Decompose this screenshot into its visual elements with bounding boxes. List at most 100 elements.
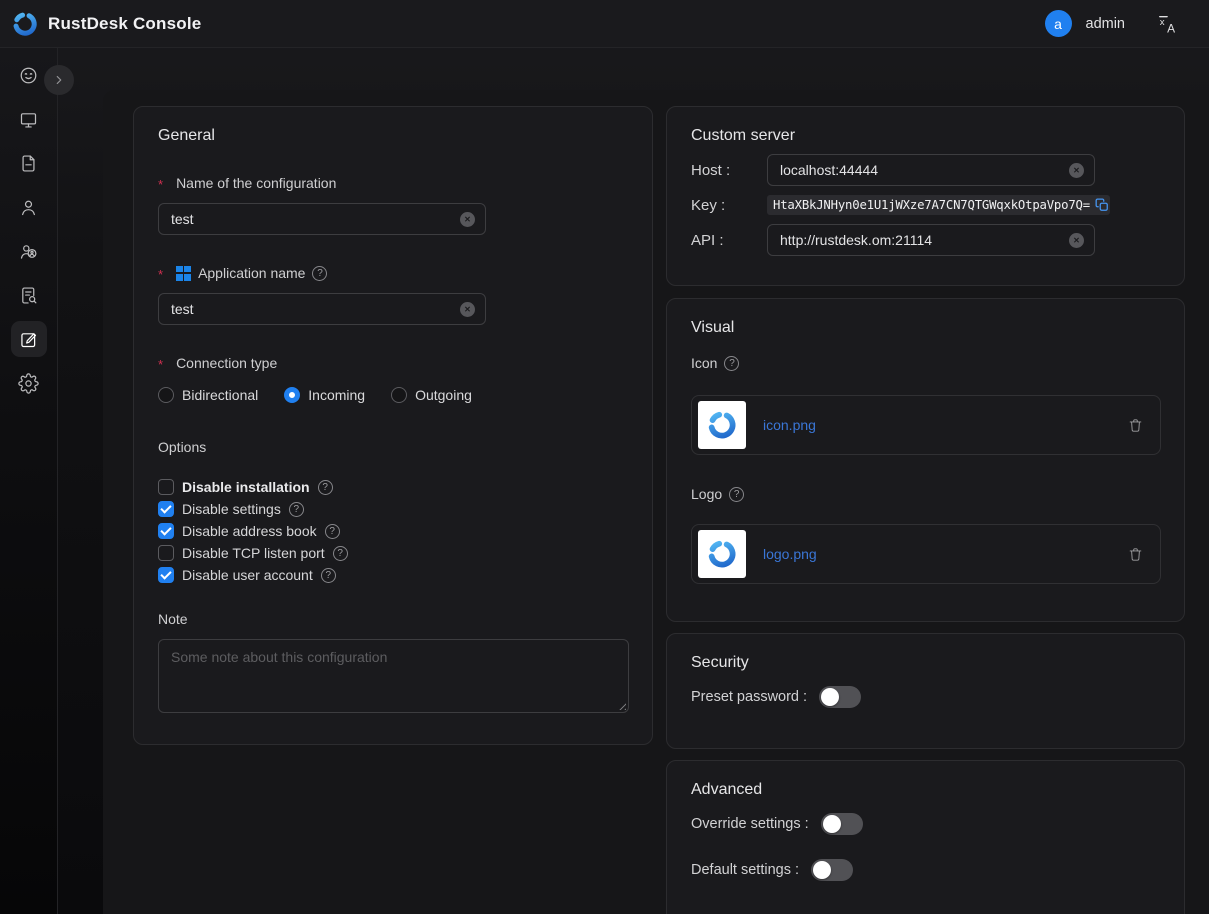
- sidebar-item-custom-clients[interactable]: [7, 317, 51, 361]
- language-icon[interactable]: x A: [1157, 13, 1179, 35]
- edit-icon: [18, 329, 39, 350]
- sidebar-item-user[interactable]: [7, 185, 51, 229]
- checkbox-disable-settings[interactable]: Disable settings: [158, 501, 628, 517]
- main-panel: General Name of the configuration Applic…: [103, 90, 1209, 914]
- checkbox-box: [158, 501, 174, 517]
- smiley-icon: [18, 65, 39, 86]
- default-settings-label: Default settings :: [691, 862, 799, 878]
- api-row: API :: [691, 224, 1160, 256]
- checkbox-disable-address-book[interactable]: Disable address book: [158, 523, 628, 539]
- clear-config-name-icon[interactable]: [460, 212, 475, 227]
- disable-user-account-help-icon[interactable]: [321, 568, 336, 583]
- sidebar-collapse-button[interactable]: [44, 65, 74, 95]
- brand: RustDesk Console: [12, 11, 201, 37]
- custom-server-card: Custom server Host : Key : HtaXBkJNHyn0e…: [666, 106, 1185, 286]
- disable-installation-help-icon[interactable]: [318, 480, 333, 495]
- chevron-right-icon: [52, 73, 66, 87]
- svg-text:x: x: [1160, 16, 1165, 27]
- sidebar-item-devices[interactable]: [7, 97, 51, 141]
- sidebar-item-groups[interactable]: [7, 229, 51, 273]
- key-value-block: HtaXBkJNHyn0e1U1jWXze7A7CN7QTGWqxkOtpaVp…: [767, 195, 1110, 215]
- sidebar-item-settings[interactable]: [7, 361, 51, 405]
- api-input[interactable]: [768, 225, 1094, 255]
- clear-application-name-icon[interactable]: [460, 302, 475, 317]
- user-avatar[interactable]: a: [1045, 10, 1072, 37]
- application-name-label: Application name: [158, 265, 628, 281]
- connection-type-label: Connection type: [158, 355, 628, 371]
- note-textarea-wrap: [158, 639, 629, 713]
- clear-api-icon[interactable]: [1069, 233, 1084, 248]
- config-name-input[interactable]: [159, 204, 485, 234]
- note-label: Note: [158, 611, 628, 627]
- radio-incoming[interactable]: Incoming: [284, 387, 365, 403]
- monitor-icon: [18, 109, 39, 130]
- visual-card: Visual Icon icon.png Logo: [666, 298, 1185, 622]
- gear-icon: [18, 373, 39, 394]
- radio-dot: [284, 387, 300, 403]
- config-name-label: Name of the configuration: [158, 175, 628, 191]
- radio-outgoing[interactable]: Outgoing: [391, 387, 472, 403]
- sidebar-item-documents[interactable]: [7, 141, 51, 185]
- general-card: General Name of the configuration Applic…: [133, 106, 653, 745]
- audit-log-icon: [18, 285, 39, 306]
- advanced-card: Advanced Override settings : Default set…: [666, 760, 1185, 914]
- radio-bidirectional[interactable]: Bidirectional: [158, 387, 258, 403]
- preset-password-toggle[interactable]: [819, 686, 861, 708]
- icon-help-icon[interactable]: [724, 356, 739, 371]
- checkbox-box: [158, 545, 174, 561]
- application-name-input[interactable]: [159, 294, 485, 324]
- override-settings-row: Override settings :: [691, 813, 1160, 835]
- host-input-wrap: [767, 154, 1095, 186]
- icon-file-box: icon.png: [691, 395, 1161, 455]
- host-label: Host :: [691, 162, 767, 179]
- checkbox-disable-user-account[interactable]: Disable user account: [158, 567, 628, 583]
- application-name-help-icon[interactable]: [312, 266, 327, 281]
- icon-file-link[interactable]: icon.png: [763, 417, 816, 433]
- disable-settings-help-icon[interactable]: [289, 502, 304, 517]
- logo-file-box: logo.png: [691, 524, 1161, 584]
- options-label: Options: [158, 439, 628, 455]
- default-settings-toggle[interactable]: [811, 859, 853, 881]
- windows-logo-icon: [176, 266, 191, 281]
- user-icon: [18, 197, 39, 218]
- logo-thumbnail: [698, 530, 746, 578]
- user-name[interactable]: admin: [1086, 16, 1126, 32]
- icon-thumbnail: [698, 401, 746, 449]
- default-settings-row: Default settings :: [691, 859, 1160, 881]
- custom-server-card-title: Custom server: [691, 127, 1160, 145]
- toggle-knob: [821, 688, 839, 706]
- disable-tcp-listen-port-help-icon[interactable]: [333, 546, 348, 561]
- delete-icon-file-button[interactable]: [1127, 417, 1144, 434]
- clear-host-icon[interactable]: [1069, 163, 1084, 178]
- host-input[interactable]: [768, 155, 1094, 185]
- api-label: API :: [691, 232, 767, 249]
- app-title: RustDesk Console: [48, 14, 201, 34]
- radio-dot: [158, 387, 174, 403]
- app-header: RustDesk Console a admin x A: [0, 0, 1209, 48]
- logo-help-icon[interactable]: [729, 487, 744, 502]
- checkbox-disable-tcp-listen-port[interactable]: Disable TCP listen port: [158, 545, 628, 561]
- toggle-knob: [823, 815, 841, 833]
- application-name-input-wrap: [158, 293, 486, 325]
- radio-dot: [391, 387, 407, 403]
- note-textarea[interactable]: [159, 640, 628, 712]
- trash-icon: [1127, 546, 1144, 563]
- host-row: Host :: [691, 154, 1160, 186]
- api-input-wrap: [767, 224, 1095, 256]
- key-row: Key : HtaXBkJNHyn0e1U1jWXze7A7CN7QTGWqxk…: [691, 195, 1160, 215]
- copy-key-icon[interactable]: [1095, 198, 1109, 212]
- checkbox-box: [158, 479, 174, 495]
- checkbox-disable-installation[interactable]: Disable installation: [158, 479, 628, 495]
- advanced-card-title: Advanced: [691, 781, 1160, 799]
- checkbox-box: [158, 523, 174, 539]
- security-card-title: Security: [691, 654, 1160, 672]
- override-settings-toggle[interactable]: [821, 813, 863, 835]
- checkbox-box: [158, 567, 174, 583]
- icon-label: Icon: [691, 355, 1160, 371]
- sidebar: [0, 48, 58, 914]
- logo-file-link[interactable]: logo.png: [763, 546, 817, 562]
- key-value: HtaXBkJNHyn0e1U1jWXze7A7CN7QTGWqxkOtpaVp…: [773, 198, 1090, 212]
- sidebar-item-audit[interactable]: [7, 273, 51, 317]
- delete-logo-file-button[interactable]: [1127, 546, 1144, 563]
- disable-address-book-help-icon[interactable]: [325, 524, 340, 539]
